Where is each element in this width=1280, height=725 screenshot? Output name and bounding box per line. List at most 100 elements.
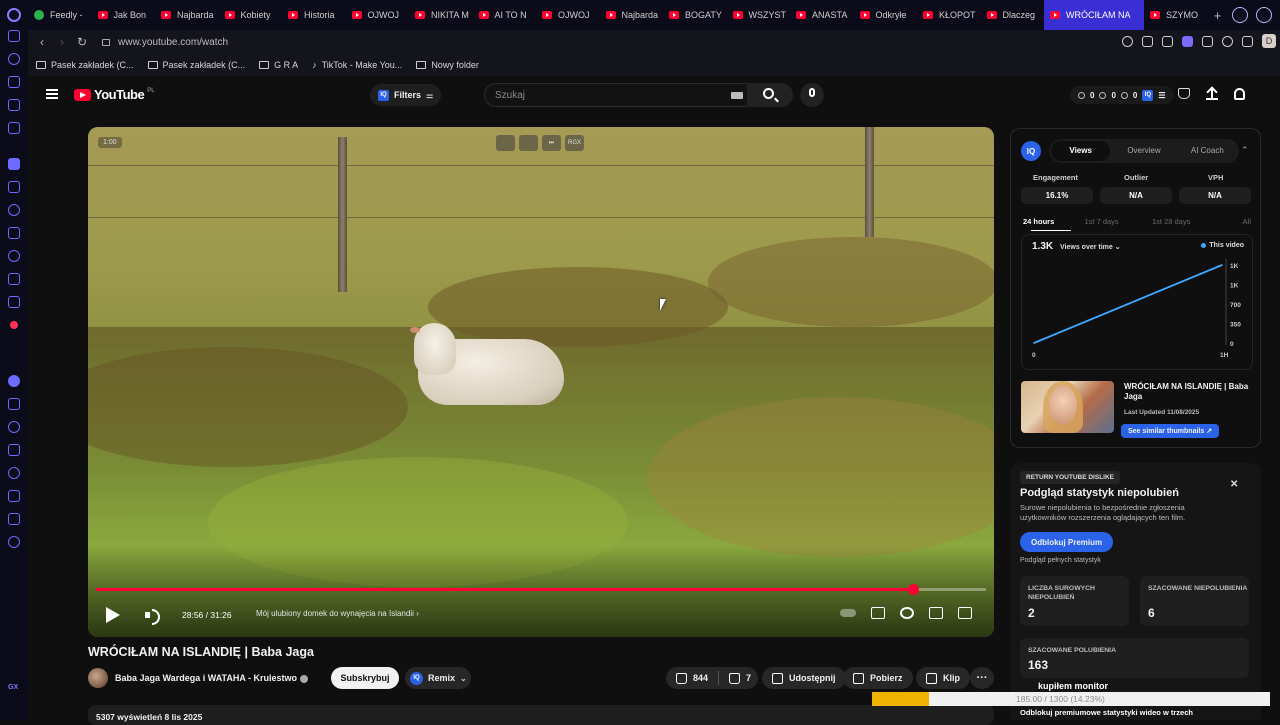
reload-button[interactable]: ↻ [72,35,92,49]
sidebar-history-icon[interactable] [8,467,20,479]
browser-tab[interactable]: NIKITA M [409,0,473,30]
zoom-icon[interactable] [1122,35,1133,47]
browser-tab[interactable]: Kobiety [219,0,283,30]
channel-name[interactable]: Baba Jaga Wardega i WATAHA - Krulestwo [115,673,309,683]
back-button[interactable]: ‹ [32,35,52,49]
unlock-premium-button[interactable]: Odblokuj Premium [1020,532,1114,552]
bookmark-item[interactable]: Pasek zakładek (C... [147,60,245,70]
browser-tab[interactable]: AI TO N [473,0,537,30]
volume-icon[interactable] [145,608,160,625]
rgx-button[interactable]: RGX [565,135,584,151]
browser-tab[interactable]: SZYMO [1144,0,1208,30]
sidebar-instagram-icon[interactable] [8,250,20,262]
autoplay-toggle[interactable] [840,609,856,617]
sidebar-messenger-icon[interactable] [8,204,20,216]
new-tab-button[interactable]: + [1208,8,1228,23]
notifications-bell-icon[interactable] [1234,87,1245,100]
remix-button[interactable]: IQ Remix ⌄ [405,667,471,689]
upload-icon[interactable] [1206,87,1218,100]
range-all[interactable]: All [1202,217,1251,226]
tab-views[interactable]: Views [1051,141,1111,161]
sidebar-discord-icon[interactable] [8,296,20,308]
sidebar-x-icon[interactable] [8,273,20,285]
dislike-icon[interactable] [729,672,741,684]
subtitles-icon[interactable] [871,607,885,619]
sidebar-gx-corner-icon[interactable] [8,99,20,111]
more-actions-button[interactable]: ··· [970,667,994,689]
miniplayer-icon[interactable] [929,607,943,619]
dislike-count[interactable]: 7 [746,673,751,683]
sidebar-aria-icon[interactable] [8,53,20,65]
browser-tab[interactable]: Najbarda [155,0,219,30]
opera-gx-logo-icon[interactable] [0,0,28,30]
browser-tab[interactable]: WSZYST [727,0,791,30]
vpn-shield-icon[interactable] [1182,35,1193,47]
range-28d[interactable]: 1st 28 days [1134,217,1202,226]
search-tabs-icon[interactable] [1232,7,1248,23]
see-similar-thumbnails-button[interactable]: See similar thumbnails ↗ [1121,424,1220,438]
sidebar-spotify-icon[interactable] [8,375,20,387]
browser-tab[interactable]: ANASTA [790,0,854,30]
extensions-icon[interactable] [1242,35,1253,47]
close-icon[interactable]: ✕ [1230,479,1238,490]
description-box[interactable]: 5307 wyświetleń 8 lis 2025 [88,705,994,725]
url-field[interactable]: www.youtube.com/watch [102,37,228,48]
sidebar-snapshot-icon[interactable] [8,513,20,525]
download-button[interactable]: Pobierz [843,667,913,689]
range-24h[interactable]: 24 hours [1023,217,1073,226]
video-progress-bar[interactable] [96,584,986,595]
popout-icon[interactable] [519,135,538,151]
forward-button[interactable]: › [52,35,72,49]
sidebar-downloads-icon[interactable] [8,490,20,502]
range-7d[interactable]: 1st 7 days [1073,217,1135,226]
fullscreen-icon[interactable] [958,607,972,619]
video-thumbnail[interactable] [1021,381,1114,433]
browser-tab[interactable]: Odkryłe [854,0,918,30]
like-icon[interactable] [676,672,687,684]
bookmark-item[interactable]: G R A [259,60,298,70]
settings-gear-icon[interactable] [900,607,914,619]
sidebar-wallet-icon[interactable] [8,444,20,456]
pip-icon[interactable] [496,135,515,151]
sidebar-favorites-icon[interactable] [8,421,20,433]
channel-avatar[interactable] [88,668,108,688]
bookmark-item[interactable]: Nowy folder [416,60,479,70]
graph-metric-dropdown[interactable]: Views over time ⌄ [1060,243,1121,251]
heart-icon[interactable] [1222,35,1233,47]
sidebar-extensions-icon[interactable] [8,76,20,88]
voice-search-button[interactable] [800,83,824,107]
search-input[interactable] [495,88,715,103]
browser-tab[interactable]: Historia [282,0,346,30]
browser-tab[interactable]: WRÓCIŁAM NA [1044,0,1144,30]
share-button[interactable]: Udostępnij [762,667,846,689]
chapter-title[interactable]: Mój ulubiony domek do wynajęcia na Islan… [256,609,419,618]
sidebar-workspace-icon[interactable] [8,30,20,42]
browser-tab[interactable]: BOGATY [663,0,727,30]
browser-tab[interactable]: Najbarda [600,0,664,30]
browser-tab[interactable]: OJWOJ [536,0,600,30]
browser-tab[interactable]: Jak Bon [92,0,156,30]
browser-tab[interactable]: OJWOJ [346,0,410,30]
sidebar-telegram-icon[interactable] [8,227,20,239]
pin-icon[interactable] [1142,35,1153,47]
clip-button[interactable]: Klip [916,667,970,689]
snapshot-icon[interactable] [1162,35,1173,47]
bookmark-item[interactable]: Pasek zakładek (C... [36,60,134,70]
menu-icon[interactable] [46,89,58,99]
like-count[interactable]: 844 [693,673,708,683]
video-scrubber-handle[interactable] [907,584,919,595]
sidebar-twitch-icon[interactable] [8,181,20,193]
bookmark-item[interactable]: ♪ TikTok - Make You... [312,60,402,70]
subscribe-button[interactable]: Subskrybuj [331,667,399,689]
header-stats-pill[interactable]: 0 0 0 IQ ☰ [1070,86,1174,104]
play-icon[interactable] [106,607,120,623]
video-player[interactable]: 1:00 ⏭ RGX 28:56 / 31:26 Mój ulubiony do… [88,127,994,637]
browser-tab[interactable]: KŁOPOT [917,0,981,30]
filters-button[interactable]: IQ Filters ⚌ [370,84,442,106]
sidebar-notification-icon[interactable] [10,321,18,329]
tab-overview[interactable]: Overview [1114,141,1173,161]
sidebar-settings-icon[interactable] [8,536,20,548]
play-icon[interactable] [1202,35,1213,47]
premium-crown-icon[interactable] [1178,88,1190,99]
profile-avatar[interactable]: D [1262,34,1276,48]
